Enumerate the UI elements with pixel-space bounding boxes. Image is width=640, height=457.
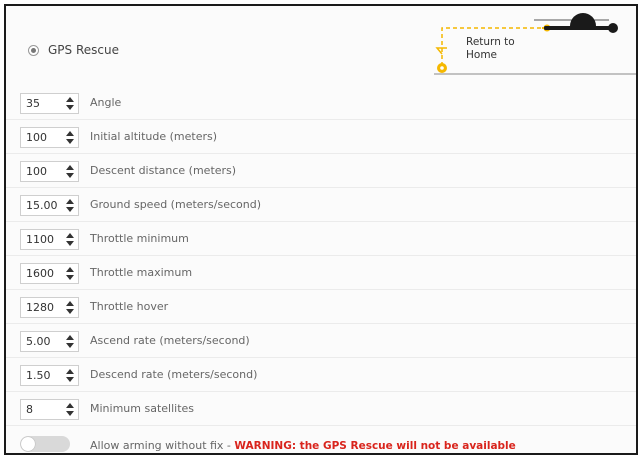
initial-altitude-input[interactable]: 100 bbox=[20, 127, 79, 148]
allow-arming-row: Allow arming without fix - WARNING: the … bbox=[6, 432, 636, 453]
throttle-maximum-label: Throttle maximum bbox=[90, 266, 193, 279]
return-to-home-illustration: Return to Home bbox=[434, 6, 636, 84]
setting-row-throttle-hover: 1280 Throttle hover bbox=[6, 290, 636, 324]
setting-row-ground-speed: 15.00 Ground speed (meters/second) bbox=[6, 188, 636, 222]
minimum-satellites-input[interactable]: 8 bbox=[20, 399, 79, 420]
spinner-arrows-icon[interactable] bbox=[65, 300, 75, 315]
setting-row-throttle-minimum: 1100 Throttle minimum bbox=[6, 222, 636, 256]
allow-arming-toggle[interactable] bbox=[20, 436, 70, 452]
setting-row-descent-distance: 100 Descent distance (meters) bbox=[6, 154, 636, 188]
spinner-arrows-icon[interactable] bbox=[65, 232, 75, 247]
return-to-home-icon bbox=[434, 13, 636, 75]
setting-row-initial-altitude: 100 Initial altitude (meters) bbox=[6, 120, 636, 154]
initial-altitude-label: Initial altitude (meters) bbox=[90, 130, 218, 143]
throttle-minimum-input[interactable]: 1100 bbox=[20, 229, 79, 250]
spinner-arrows-icon[interactable] bbox=[65, 266, 75, 281]
spinner-arrows-icon[interactable] bbox=[65, 96, 75, 111]
setting-row-descend-rate: 1.50 Descend rate (meters/second) bbox=[6, 358, 636, 392]
minimum-satellites-label: Minimum satellites bbox=[90, 402, 195, 415]
setting-row-ascend-rate: 5.00 Ascend rate (meters/second) bbox=[6, 324, 636, 358]
ground-speed-input[interactable]: 15.00 bbox=[20, 195, 79, 216]
gps-rescue-option[interactable]: GPS Rescue bbox=[28, 43, 119, 57]
ground-speed-label: Ground speed (meters/second) bbox=[90, 198, 262, 211]
spinner-arrows-icon[interactable] bbox=[65, 130, 75, 145]
spinner-arrows-icon[interactable] bbox=[65, 164, 75, 179]
setting-row-minimum-satellites: 8 Minimum satellites bbox=[6, 392, 636, 426]
spinner-arrows-icon[interactable] bbox=[65, 402, 75, 417]
toggle-knob bbox=[21, 437, 35, 451]
gps-rescue-label: GPS Rescue bbox=[48, 43, 119, 57]
panel-header: GPS Rescue Return to Home bbox=[6, 6, 636, 86]
ascend-rate-label: Ascend rate (meters/second) bbox=[90, 334, 250, 347]
spinner-arrows-icon[interactable] bbox=[65, 198, 75, 213]
descend-rate-input[interactable]: 1.50 bbox=[20, 365, 79, 386]
throttle-hover-input[interactable]: 1280 bbox=[20, 297, 79, 318]
descend-rate-label: Descend rate (meters/second) bbox=[90, 368, 258, 381]
return-to-home-label: Return to Home bbox=[466, 36, 515, 61]
ascend-rate-input[interactable]: 5.00 bbox=[20, 331, 79, 352]
throttle-hover-label: Throttle hover bbox=[90, 300, 169, 313]
setting-row-angle: 35 Angle bbox=[6, 86, 636, 120]
descent-distance-label: Descent distance (meters) bbox=[90, 164, 237, 177]
spinner-arrows-icon[interactable] bbox=[65, 368, 75, 383]
angle-label: Angle bbox=[90, 96, 122, 109]
descent-distance-input[interactable]: 100 bbox=[20, 161, 79, 182]
spinner-arrows-icon[interactable] bbox=[65, 334, 75, 349]
gps-rescue-warning: WARNING: the GPS Rescue will not be avai… bbox=[234, 440, 516, 452]
angle-input[interactable]: 35 bbox=[20, 93, 79, 114]
throttle-minimum-label: Throttle minimum bbox=[90, 232, 189, 245]
allow-arming-label: Allow arming without fix - WARNING: the … bbox=[90, 439, 516, 452]
throttle-maximum-input[interactable]: 1600 bbox=[20, 263, 79, 284]
gps-rescue-panel: GPS Rescue Return to Home 35 Angle 100 I… bbox=[4, 4, 638, 455]
radio-button-icon[interactable] bbox=[28, 44, 39, 56]
setting-row-throttle-maximum: 1600 Throttle maximum bbox=[6, 256, 636, 290]
